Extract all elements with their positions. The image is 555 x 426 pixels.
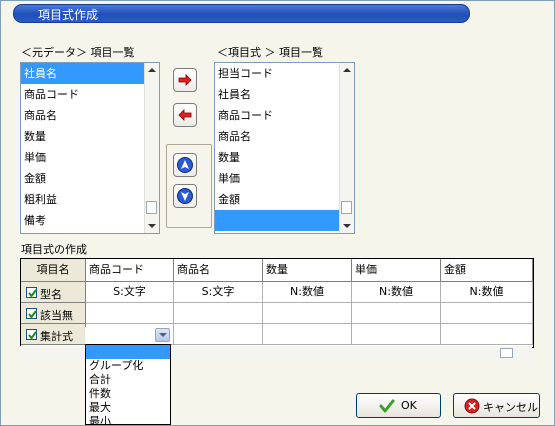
grid-cell[interactable]	[86, 303, 174, 324]
grid-cell[interactable]	[263, 303, 352, 324]
section-label: 項目式の作成	[21, 243, 87, 256]
grid-corner-header: 項目名	[21, 259, 86, 282]
row-label: 該当無	[40, 309, 73, 322]
grid-column-header[interactable]: 数量	[263, 259, 352, 282]
list-item[interactable]: 社員名	[21, 63, 159, 84]
title-bar[interactable]: 項目式作成	[13, 4, 470, 23]
scroll-up-icon[interactable]	[343, 68, 351, 72]
list-item[interactable]: 粗利益	[21, 189, 159, 210]
scroll-thumb[interactable]	[341, 201, 352, 214]
list-item[interactable]: 単価	[215, 168, 354, 189]
list-item[interactable]: 担当コード	[215, 63, 354, 84]
grid-cell[interactable]: N:数値	[352, 282, 441, 303]
grid-column-header[interactable]: 金額	[441, 259, 533, 282]
list-item[interactable]: 金額	[215, 189, 354, 210]
source-list-label: ＜元データ＞ 項目一覧	[21, 46, 135, 59]
window-title: 項目式作成	[38, 8, 99, 22]
grid-row-header: 集計式	[21, 324, 86, 345]
right-arrow-icon	[178, 74, 192, 86]
dropdown-option[interactable]: グループ化	[86, 359, 170, 373]
source-field-list[interactable]: 社員名 商品コード 商品名 数量 単価 金額 粗利益 備考	[20, 62, 160, 234]
row-checkbox[interactable]	[26, 308, 37, 319]
grid-cell[interactable]	[352, 324, 441, 345]
grid-cell[interactable]	[174, 324, 263, 345]
row-checkbox[interactable]	[26, 329, 37, 340]
down-arrow-icon	[177, 188, 193, 204]
cancel-button[interactable]: キャンセル	[453, 393, 540, 418]
up-arrow-icon	[177, 157, 193, 173]
list-item[interactable]: 数量	[215, 147, 354, 168]
hscroll-thumb[interactable]	[500, 348, 513, 358]
grid-cell[interactable]: S:文字	[86, 282, 174, 303]
grid-cell[interactable]	[263, 324, 352, 345]
grid-cell[interactable]: S:文字	[174, 282, 263, 303]
target-field-list[interactable]: 担当コード 社員名 商品コード 商品名 数量 単価 金額	[214, 62, 355, 234]
scroll-up-icon[interactable]	[148, 68, 156, 72]
list-item[interactable]: 金額	[21, 168, 159, 189]
grid-row-header: 該当無	[21, 303, 86, 324]
list-item[interactable]: 数量	[21, 126, 159, 147]
cancel-x-icon	[464, 398, 480, 414]
dropdown-option[interactable]	[86, 345, 170, 359]
grid-cell[interactable]	[174, 303, 263, 324]
aggregate-dropdown-list[interactable]: グループ化 合計 件数 最大 最小	[85, 344, 171, 425]
check-icon	[379, 399, 395, 413]
grid-cell[interactable]	[441, 324, 533, 345]
list-item[interactable]: 商品名	[215, 126, 354, 147]
ok-label: OK	[401, 399, 417, 412]
list-item[interactable]	[215, 210, 354, 231]
grid-column-header[interactable]: 商品コード	[86, 259, 174, 282]
list-item[interactable]: 商品名	[21, 105, 159, 126]
left-arrow-icon	[178, 109, 192, 121]
row-label: 集計式	[40, 330, 73, 343]
scroll-thumb[interactable]	[146, 201, 157, 214]
list-item[interactable]: 商品コード	[21, 84, 159, 105]
list-item[interactable]: 単価	[21, 147, 159, 168]
source-list-scrollbar[interactable]	[144, 63, 159, 233]
list-item[interactable]: 社員名	[215, 84, 354, 105]
grid-cell[interactable]	[352, 303, 441, 324]
target-list-label: ＜項目式 ＞ 項目一覧	[217, 46, 323, 59]
list-item[interactable]: 商品コード	[215, 105, 354, 126]
dropdown-option[interactable]: 最小	[86, 415, 170, 424]
row-checkbox[interactable]	[26, 287, 37, 298]
scroll-down-icon[interactable]	[343, 224, 351, 228]
ok-button[interactable]: OK	[356, 393, 441, 418]
chevron-down-icon[interactable]	[155, 328, 170, 342]
grid-column-header[interactable]: 単価	[352, 259, 441, 282]
remove-field-button[interactable]	[173, 103, 197, 127]
grid-cell[interactable]: N:数値	[441, 282, 533, 303]
cancel-label: キャンセル	[483, 401, 538, 414]
move-down-button[interactable]	[173, 184, 197, 208]
add-field-button[interactable]	[173, 68, 197, 92]
move-up-button[interactable]	[173, 153, 197, 177]
dropdown-option[interactable]: 合計	[86, 373, 170, 387]
dropdown-option[interactable]: 最大	[86, 401, 170, 415]
aggregate-combo[interactable]	[85, 327, 171, 344]
grid-row-header: 型名	[21, 282, 86, 303]
dropdown-option[interactable]: 件数	[86, 387, 170, 401]
target-list-scrollbar[interactable]	[339, 63, 354, 233]
dialog-window: 項目式作成 ＜元データ＞ 項目一覧 社員名 商品コード 商品名 数量 単価 金額 粗利益 備考…	[0, 0, 555, 426]
scroll-down-icon[interactable]	[148, 224, 156, 228]
list-item[interactable]: 備考	[21, 210, 159, 231]
row-label: 型名	[40, 288, 62, 301]
grid-column-header[interactable]: 商品名	[174, 259, 263, 282]
grid-cell[interactable]	[441, 303, 533, 324]
grid-cell[interactable]: N:数値	[263, 282, 352, 303]
